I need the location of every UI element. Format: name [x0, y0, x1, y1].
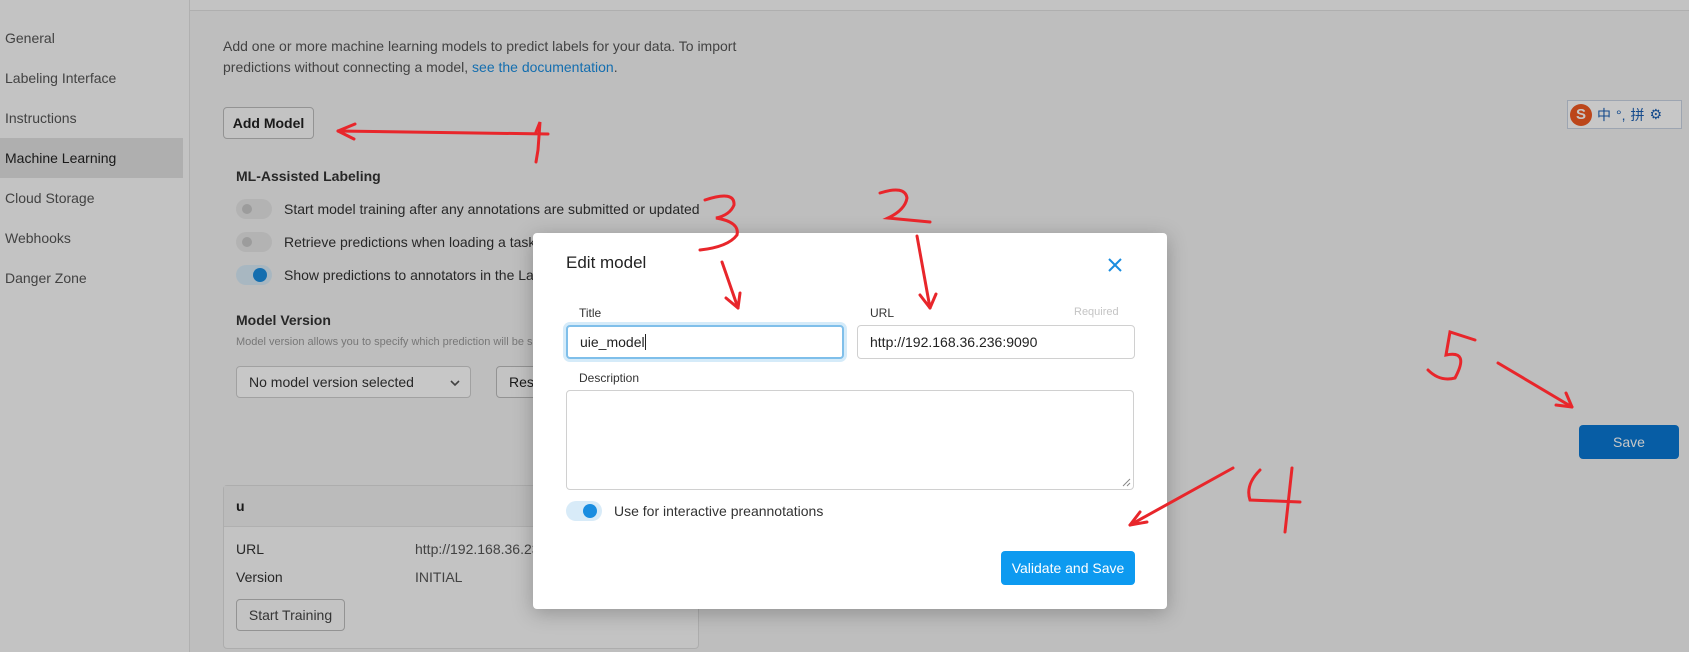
title-field-label: Title [579, 306, 602, 320]
text-cursor [644, 334, 646, 350]
interactive-preannotations-label: Use for interactive preannotations [614, 503, 824, 519]
url-field-label: URL [870, 306, 895, 320]
edit-model-dialog: Edit model Title uie_model URL Required … [533, 233, 1167, 609]
url-field-value: http://192.168.36.236:9090 [870, 334, 1038, 350]
validate-and-save-button[interactable]: Validate and Save [1001, 551, 1135, 585]
url-field[interactable]: http://192.168.36.236:9090 [857, 325, 1135, 359]
url-required-hint: Required [1074, 306, 1119, 318]
resize-handle-icon[interactable] [1122, 478, 1131, 487]
toggle-knob [583, 504, 597, 518]
description-field[interactable] [566, 390, 1134, 490]
title-field-value: uie_model [580, 334, 645, 350]
title-field[interactable]: uie_model [566, 325, 844, 359]
dialog-title: Edit model [566, 253, 647, 272]
close-icon[interactable] [1105, 255, 1125, 275]
description-field-label: Description [579, 371, 640, 385]
toggle-interactive-preannotations[interactable] [566, 501, 602, 521]
